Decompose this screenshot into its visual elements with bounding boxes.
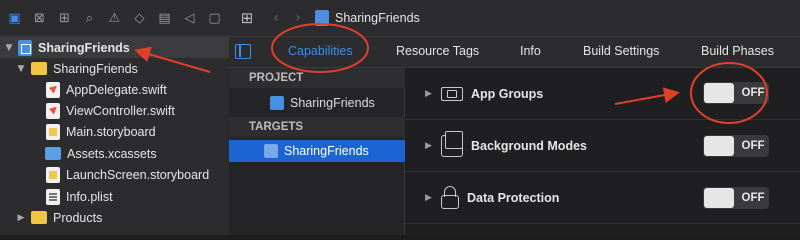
xcode-source-icon[interactable]: ⊠: [27, 0, 52, 37]
tree-item-file[interactable]: Main.storyboard: [0, 121, 229, 142]
tree-item-label: SharingFriends: [53, 61, 138, 76]
back-arrow-icon[interactable]: ‹: [265, 10, 287, 26]
tag-icon[interactable]: ◁: [177, 0, 202, 37]
folder-icon: [31, 211, 47, 224]
folder-icon: [31, 62, 47, 75]
tree-item-project[interactable]: ▼ SharingFriends: [0, 37, 229, 58]
disclosure-down-icon[interactable]: ▼: [15, 64, 27, 74]
tab-resource-tags[interactable]: Resource Tags: [396, 37, 479, 68]
tree-item-file[interactable]: Info.plist: [0, 186, 229, 207]
project-item-label: SharingFriends: [290, 96, 375, 110]
hierarchy-icon[interactable]: ⊞: [52, 0, 77, 37]
related-items-grid-icon[interactable]: ⊞: [229, 9, 265, 27]
tree-item-label: SharingFriends: [38, 40, 130, 55]
toggle-knob: [704, 83, 734, 103]
project-navigator: ▣ ⊠ ⊞ ⌕ ⚠ ◇ ▤ ◁ ▢ ▼ SharingFriends ▼ Sha…: [0, 0, 229, 235]
swift-file-icon: [46, 81, 60, 98]
tab-build-settings[interactable]: Build Settings: [583, 37, 659, 68]
disclosure-right-icon[interactable]: ▶: [15, 213, 27, 223]
search-icon[interactable]: ⌕: [77, 0, 102, 37]
tree-item-group[interactable]: ▼ SharingFriends: [0, 58, 229, 79]
tree-item-label: Assets.xcassets: [67, 146, 157, 161]
data-protection-toggle[interactable]: OFF: [703, 187, 769, 209]
plist-icon: [46, 188, 60, 205]
toggle-state-label: OFF: [741, 192, 765, 204]
tree-item-label: ViewController.swift: [66, 103, 175, 118]
capability-row: ▶ Data Protection OFF: [405, 172, 800, 224]
app-groups-icon: [441, 86, 463, 101]
editor-tab-bar: Capabilities Resource Tags Info Build Se…: [229, 37, 800, 68]
disclosure-right-icon[interactable]: ▶: [425, 141, 437, 151]
background-modes-icon: [441, 130, 463, 157]
tree-item-file[interactable]: ViewController.swift: [0, 100, 229, 121]
tab-capabilities[interactable]: Capabilities: [288, 37, 353, 68]
toggle-state-label: OFF: [741, 140, 765, 152]
toggle-state-label: OFF: [741, 87, 765, 99]
capability-row: ▶ Background Modes OFF: [405, 120, 800, 172]
project-icon: [18, 39, 32, 56]
navigator-toolbar: ▣ ⊠ ⊞ ⌕ ⚠ ◇ ▤ ◁ ▢: [0, 0, 229, 37]
tree-item-file[interactable]: Assets.xcassets: [0, 143, 229, 164]
project-section-header: PROJECT: [229, 68, 405, 88]
capability-name: App Groups: [471, 86, 544, 101]
breakpoint-icon[interactable]: ▤: [152, 0, 177, 37]
tree-item-label: AppDelegate.swift: [66, 82, 167, 97]
capabilities-list: ▶ App Groups OFF ▶ Background Modes OFF …: [405, 68, 800, 235]
tree-item-group[interactable]: ▶ Products: [0, 207, 229, 228]
project-targets-list: PROJECT SharingFriends TARGETS SharingFr…: [229, 68, 405, 235]
folder-icon[interactable]: ▣: [2, 0, 27, 37]
capability-name: Data Protection: [467, 190, 560, 205]
lock-icon: [441, 185, 459, 209]
capability-row: ▶ App Groups OFF: [405, 68, 800, 120]
tree-item-label: Products: [53, 210, 103, 225]
tree-item-label: Info.plist: [66, 189, 113, 204]
app-groups-toggle[interactable]: OFF: [703, 82, 769, 104]
target-item-label: SharingFriends: [284, 144, 369, 158]
background-modes-toggle[interactable]: OFF: [703, 135, 769, 157]
tree-item-file[interactable]: LaunchScreen.storyboard: [0, 164, 229, 185]
assets-icon: [45, 147, 61, 160]
warning-icon[interactable]: ⚠: [102, 0, 127, 37]
jump-bar-project-name[interactable]: SharingFriends: [335, 11, 420, 25]
swift-file-icon: [46, 102, 60, 119]
forward-arrow-icon[interactable]: ›: [287, 10, 309, 26]
project-icon: [270, 96, 284, 110]
app-target-icon: [264, 144, 278, 158]
disclosure-right-icon[interactable]: ▶: [425, 89, 437, 99]
project-icon: [315, 10, 329, 26]
toggle-knob: [704, 136, 734, 156]
diamond-icon[interactable]: ◇: [127, 0, 152, 37]
message-icon[interactable]: ▢: [202, 0, 227, 37]
tab-info[interactable]: Info: [520, 37, 541, 68]
project-item[interactable]: SharingFriends: [229, 92, 405, 114]
sidebar-toggle-icon[interactable]: [235, 44, 251, 59]
tree-item-label: LaunchScreen.storyboard: [66, 167, 210, 182]
tab-build-phases[interactable]: Build Phases: [701, 37, 774, 68]
tree-item-file[interactable]: AppDelegate.swift: [0, 79, 229, 100]
disclosure-right-icon[interactable]: ▶: [425, 193, 437, 203]
toggle-knob: [704, 188, 734, 208]
storyboard-icon: [46, 123, 60, 140]
capability-name: Background Modes: [471, 138, 587, 153]
storyboard-icon: [46, 166, 60, 183]
editor-jump-bar: ⊞ ‹ › SharingFriends: [229, 0, 800, 37]
target-item[interactable]: SharingFriends: [229, 140, 405, 162]
disclosure-down-icon[interactable]: ▼: [3, 43, 15, 53]
tree-item-label: Main.storyboard: [66, 124, 156, 139]
targets-section-header: TARGETS: [229, 117, 405, 137]
